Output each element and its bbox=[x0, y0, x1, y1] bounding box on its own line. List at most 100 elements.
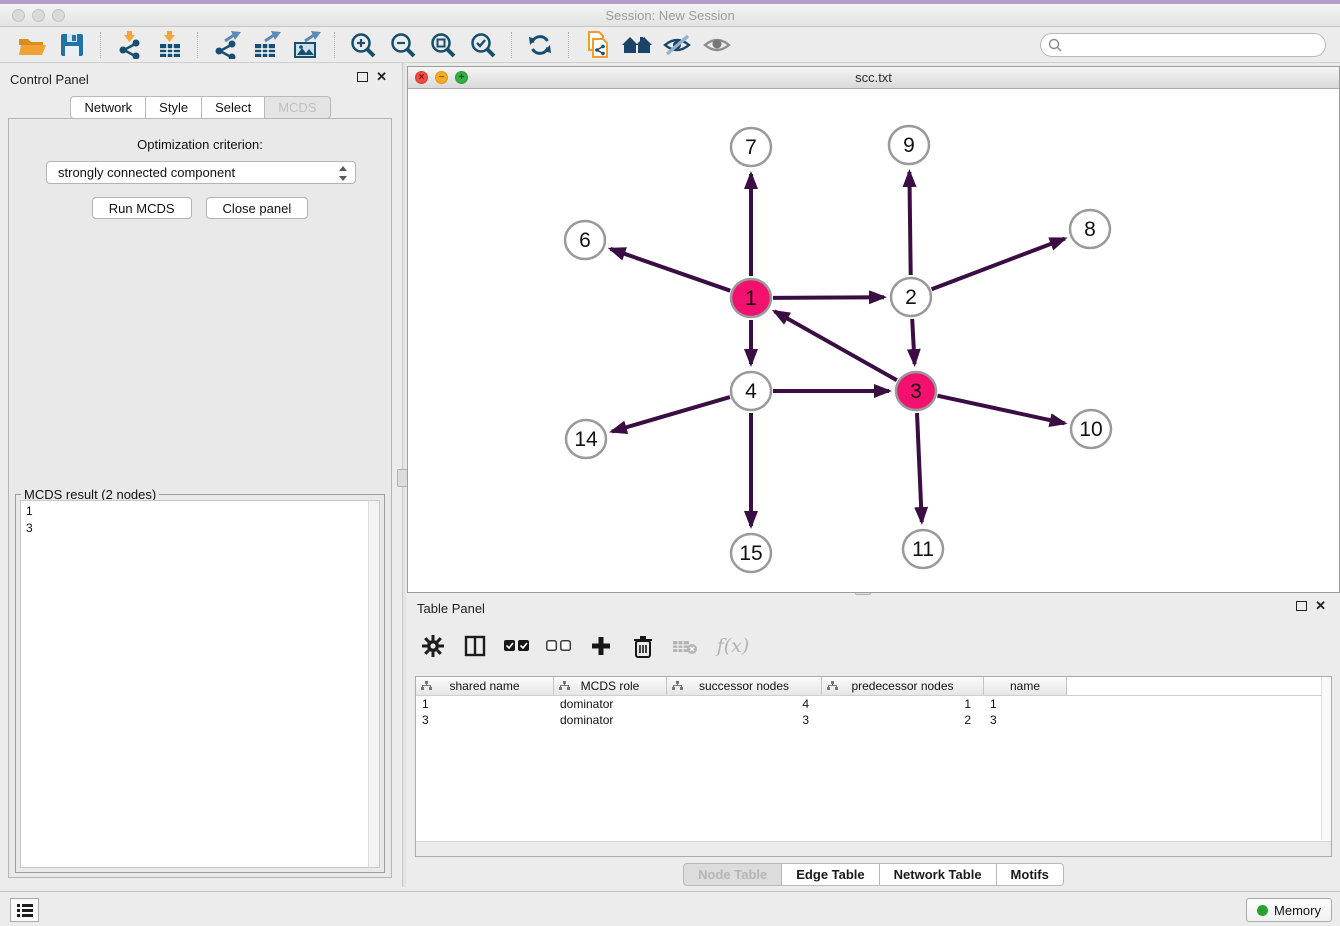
graph-node-label: 2 bbox=[905, 286, 917, 309]
edge-2-3[interactable] bbox=[912, 319, 914, 364]
float-table-panel-icon[interactable] bbox=[1296, 601, 1307, 611]
show-details-icon[interactable] bbox=[700, 30, 734, 60]
tab-edge-table[interactable]: Edge Table bbox=[782, 863, 879, 886]
graph-node-label: 11 bbox=[912, 538, 934, 561]
result-scrollbar[interactable] bbox=[368, 501, 379, 867]
add-column-icon[interactable] bbox=[587, 632, 615, 660]
application-window: Session: New Session bbox=[0, 0, 1340, 926]
zoom-out-icon[interactable] bbox=[386, 30, 420, 60]
export-network-icon[interactable] bbox=[209, 30, 243, 60]
search-input[interactable] bbox=[1040, 33, 1326, 57]
deselect-all-columns-icon[interactable] bbox=[545, 632, 573, 660]
tab-network[interactable]: Network bbox=[70, 96, 146, 119]
edge-4-14[interactable] bbox=[612, 397, 730, 431]
graph-node-2[interactable]: 2 bbox=[891, 278, 931, 316]
settings-gear-icon[interactable] bbox=[419, 632, 447, 660]
column-header-successor-nodes[interactable]: successor nodes bbox=[667, 677, 822, 695]
edge-1-6[interactable] bbox=[611, 249, 731, 291]
hierarchy-icon bbox=[827, 681, 838, 691]
graph-node-15[interactable]: 15 bbox=[731, 534, 771, 572]
main-titlebar: Session: New Session bbox=[0, 4, 1340, 27]
table-row[interactable]: 3 dominator 3 2 3 bbox=[416, 712, 1331, 728]
run-mcds-button[interactable]: Run MCDS bbox=[92, 197, 192, 219]
network-graph-canvas[interactable]: 7 9 6 8 1 2 4 3 14 10 15 11 bbox=[408, 89, 1339, 592]
network-view-window: × − + scc.txt 7968124314101511 bbox=[407, 66, 1340, 593]
zoom-in-icon[interactable] bbox=[346, 30, 380, 60]
memory-status-dot bbox=[1257, 905, 1268, 916]
graph-node-label: 3 bbox=[910, 380, 922, 403]
zoom-fit-icon[interactable] bbox=[426, 30, 460, 60]
graph-node-11[interactable]: 11 bbox=[903, 530, 943, 568]
graph-node-label: 15 bbox=[739, 542, 762, 565]
graph-node-10[interactable]: 10 bbox=[1071, 410, 1111, 448]
graph-node-4[interactable]: 4 bbox=[731, 372, 771, 410]
zoom-selected-icon[interactable] bbox=[466, 30, 500, 60]
edge-3-11[interactable] bbox=[917, 413, 922, 522]
split-view-icon[interactable] bbox=[461, 632, 489, 660]
optimization-criterion-select[interactable]: strongly connected component bbox=[46, 161, 356, 184]
close-table-panel-icon[interactable]: ✕ bbox=[1315, 601, 1326, 611]
export-image-icon[interactable] bbox=[289, 30, 323, 60]
function-builder-icon[interactable]: f(x) bbox=[713, 632, 753, 660]
column-header-predecessor-nodes[interactable]: predecessor nodes bbox=[822, 677, 984, 695]
import-network-icon[interactable] bbox=[112, 30, 146, 60]
column-header-mcds-role[interactable]: MCDS role bbox=[554, 677, 667, 695]
clone-network-icon[interactable] bbox=[580, 30, 614, 60]
import-table-icon[interactable] bbox=[152, 30, 186, 60]
cell-name: 3 bbox=[984, 712, 1067, 728]
edge-3-10[interactable] bbox=[938, 396, 1065, 424]
tab-style[interactable]: Style bbox=[146, 96, 202, 119]
table-vertical-scrollbar[interactable] bbox=[1321, 677, 1331, 840]
save-session-icon[interactable] bbox=[55, 30, 89, 60]
hierarchy-icon bbox=[421, 681, 432, 691]
tab-select[interactable]: Select bbox=[202, 96, 265, 119]
cell-successor-nodes: 3 bbox=[667, 712, 822, 728]
graph-node-9[interactable]: 9 bbox=[889, 126, 929, 164]
cell-shared-name: 1 bbox=[416, 696, 554, 712]
mcds-result-line: 1 bbox=[26, 503, 374, 520]
close-panel-icon[interactable]: ✕ bbox=[376, 72, 387, 82]
status-bar: Memory bbox=[0, 891, 1340, 926]
mcds-result-box: MCDS result (2 nodes) 1 3 bbox=[15, 494, 385, 873]
hide-details-icon[interactable] bbox=[660, 30, 694, 60]
mcds-result-list[interactable]: 1 3 bbox=[20, 500, 380, 868]
toolbar-separator bbox=[568, 32, 569, 58]
tab-network-table[interactable]: Network Table bbox=[880, 863, 997, 886]
home-icon[interactable] bbox=[620, 30, 654, 60]
cell-predecessor-nodes: 2 bbox=[822, 712, 984, 728]
edge-2-8[interactable] bbox=[932, 239, 1065, 290]
graph-node-8[interactable]: 8 bbox=[1070, 210, 1110, 248]
graph-node-7[interactable]: 7 bbox=[731, 128, 771, 166]
edge-2-9[interactable] bbox=[909, 172, 910, 275]
graph-node-label: 7 bbox=[745, 136, 757, 159]
delete-table-icon[interactable] bbox=[671, 632, 699, 660]
tab-motifs[interactable]: Motifs bbox=[997, 863, 1064, 886]
column-header-name[interactable]: name bbox=[984, 677, 1067, 695]
graph-node-1[interactable]: 1 bbox=[731, 279, 771, 317]
select-all-columns-icon[interactable] bbox=[503, 632, 531, 660]
open-file-icon[interactable] bbox=[15, 30, 49, 60]
tab-node-table[interactable]: Node Table bbox=[683, 863, 782, 886]
main-toolbar bbox=[0, 27, 1340, 63]
delete-column-icon[interactable] bbox=[629, 632, 657, 660]
graph-node-3[interactable]: 3 bbox=[896, 372, 936, 410]
memory-button[interactable]: Memory bbox=[1246, 898, 1332, 922]
table-row[interactable]: 1 dominator 4 1 1 bbox=[416, 696, 1331, 712]
graph-node-14[interactable]: 14 bbox=[566, 420, 606, 458]
tab-mcds[interactable]: MCDS bbox=[265, 96, 330, 119]
window-title: Session: New Session bbox=[0, 8, 1340, 23]
refresh-icon[interactable] bbox=[523, 30, 557, 60]
graph-node-6[interactable]: 6 bbox=[565, 221, 605, 259]
edge-3-1[interactable] bbox=[775, 311, 897, 380]
task-history-button[interactable] bbox=[10, 898, 39, 922]
toolbar-separator bbox=[511, 32, 512, 58]
edge-1-2[interactable] bbox=[773, 297, 884, 298]
export-table-icon[interactable] bbox=[249, 30, 283, 60]
close-panel-button[interactable]: Close panel bbox=[206, 197, 309, 219]
table-panel: Table Panel ✕ bbox=[407, 595, 1340, 887]
table-horizontal-scrollbar[interactable] bbox=[416, 841, 1331, 856]
table-panel-tabs: Node Table Edge Table Network Table Moti… bbox=[407, 863, 1340, 886]
cell-successor-nodes: 4 bbox=[667, 696, 822, 712]
column-header-shared-name[interactable]: shared name bbox=[416, 677, 554, 695]
float-panel-icon[interactable] bbox=[357, 72, 368, 82]
